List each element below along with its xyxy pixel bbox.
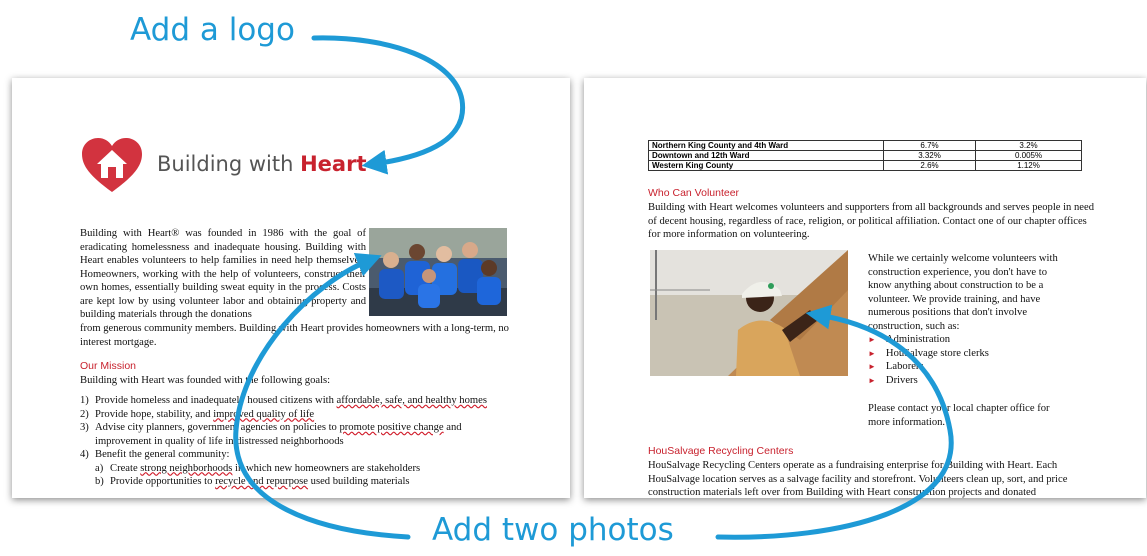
arrow-to-photo-2 [715,304,954,540]
arrow-to-logo [311,35,466,175]
arrow-to-photo-1 [233,252,411,540]
callout-arrows [233,35,954,540]
